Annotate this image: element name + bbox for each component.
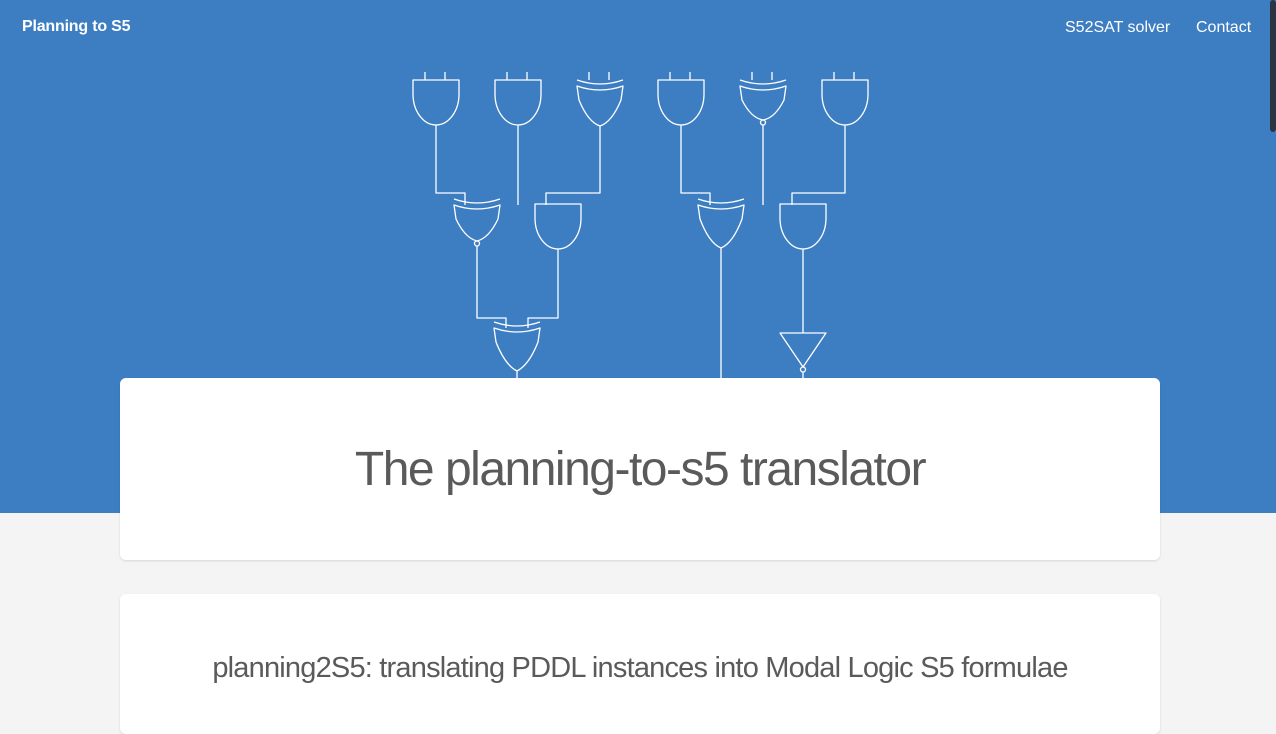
page-title: The planning-to-s5 translator (354, 443, 927, 496)
nav-link-contact[interactable]: Contact (1196, 19, 1251, 37)
top-navbar: Planning to S5 S52SAT solver Contact (0, 0, 1276, 60)
brand-link[interactable]: Planning to S5 (22, 18, 131, 36)
gate-xor-top-3 (576, 72, 624, 127)
gate-and-top-1 (412, 72, 460, 126)
gate-and-top-4 (657, 72, 705, 126)
gate-xnor-mid-1 (453, 198, 501, 247)
intro-heading: planning2S5: translating PDDL instances … (212, 652, 1068, 684)
gate-xor-mid-3 (697, 198, 745, 249)
intro-card: planning2S5: translating PDDL instances … (120, 594, 1160, 734)
gate-and-mid-2 (534, 203, 582, 250)
gate-and-top-2 (494, 72, 542, 126)
gate-xor-bottom (493, 321, 541, 372)
gate-xnor-top-5 (739, 72, 787, 126)
gate-and-top-6 (821, 72, 869, 126)
nav-link-s52sat-solver[interactable]: S52SAT solver (1065, 19, 1170, 37)
scrollbar-thumb[interactable] (1270, 0, 1276, 132)
gate-not-bottom (779, 332, 827, 373)
title-card: The planning-to-s5 translator (120, 378, 1160, 560)
gate-and-mid-4 (779, 203, 827, 250)
